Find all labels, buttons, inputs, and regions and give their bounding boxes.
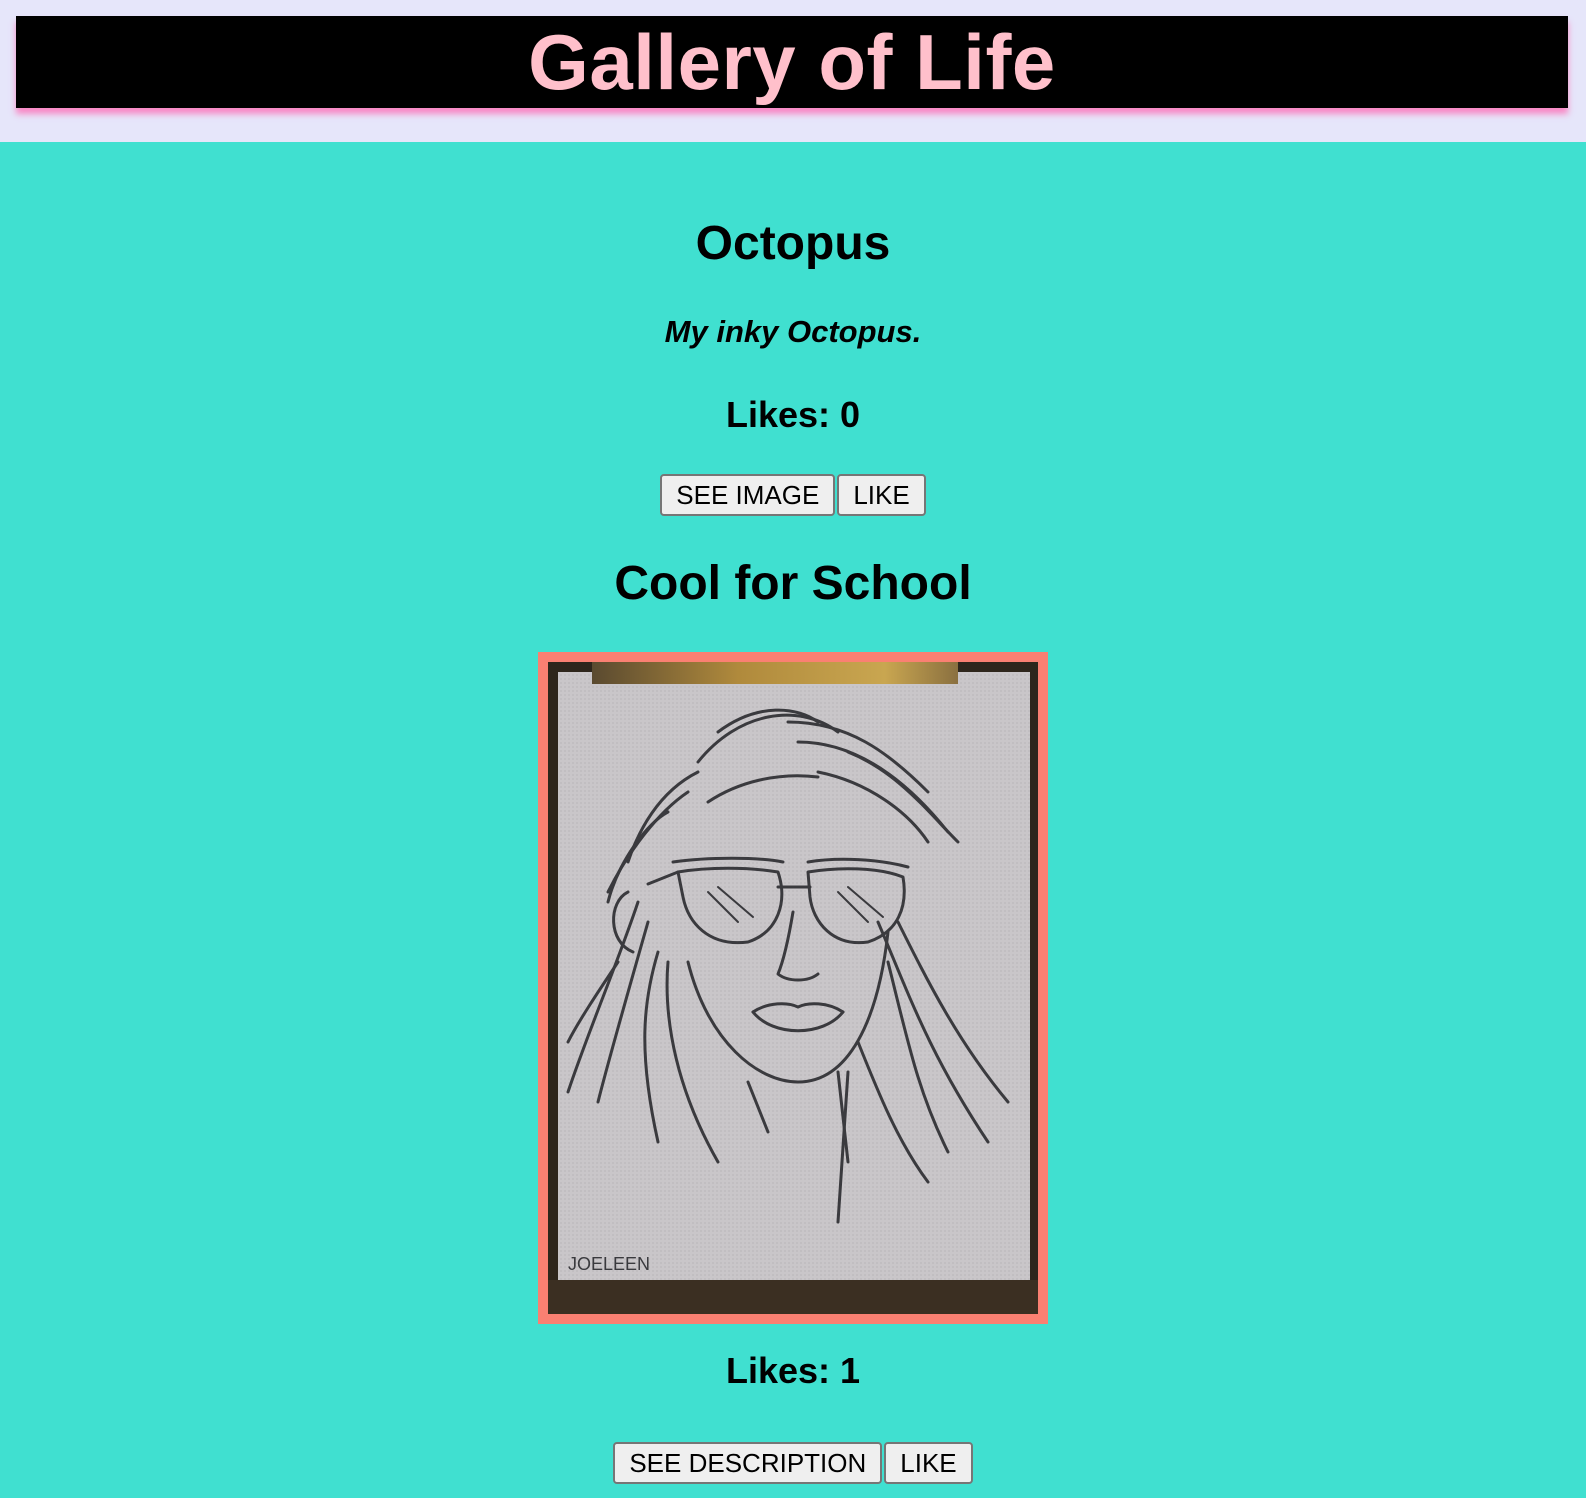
artwork-actions: SEE IMAGE LIKE: [0, 474, 1586, 516]
see-description-button[interactable]: SEE DESCRIPTION: [613, 1442, 883, 1484]
likes-count: Likes: 1: [725, 1350, 861, 1391]
artwork-actions: SEE DESCRIPTION LIKE: [0, 1442, 1586, 1484]
like-button[interactable]: LIKE: [884, 1442, 973, 1484]
artwork-signature: JOELEEN: [568, 1254, 650, 1274]
artwork-description: My inky Octopus.: [664, 314, 922, 349]
see-image-button[interactable]: SEE IMAGE: [660, 474, 836, 516]
site-header: Gallery of Life: [16, 16, 1568, 108]
artwork-title: Cool for School: [614, 557, 972, 610]
likes-count: Likes: 0: [725, 394, 861, 435]
portrait-sketch: JOELEEN: [548, 662, 1038, 1314]
artwork-title: Octopus: [695, 217, 891, 270]
site-title: Gallery of Life: [528, 18, 1056, 106]
like-button[interactable]: LIKE: [837, 474, 926, 516]
artwork-image: JOELEEN: [538, 652, 1048, 1324]
